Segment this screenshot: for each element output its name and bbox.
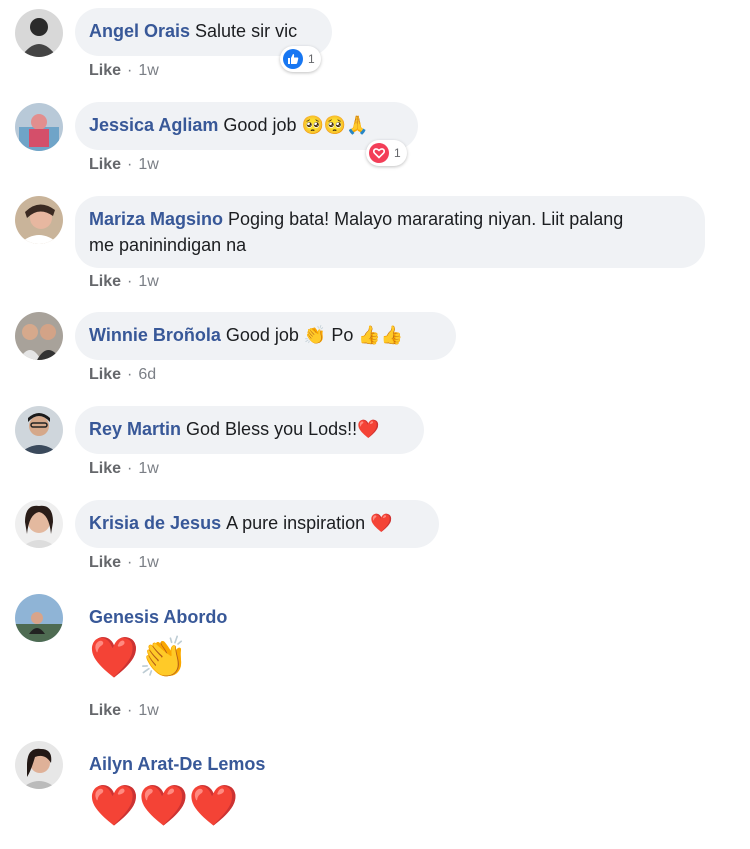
comment-meta: Like · 1w — [89, 701, 159, 721]
like-icon — [283, 49, 303, 69]
reaction-count: 1 — [308, 52, 315, 66]
avatar[interactable] — [15, 103, 63, 151]
comment-meta: Like · 1w — [89, 155, 159, 175]
separator: · — [127, 702, 133, 719]
author-name[interactable]: Genesis Abordo — [89, 607, 227, 627]
comment-text: God Bless you Lods!!❤️ — [186, 419, 380, 439]
reaction-badge[interactable]: 1 — [280, 46, 321, 72]
comment-meta: Like · 1w — [89, 459, 159, 479]
like-button[interactable]: Like — [89, 366, 121, 383]
author-name[interactable]: Jessica Agliam — [89, 115, 218, 135]
avatar[interactable] — [15, 312, 63, 360]
author-name[interactable]: Krisia de Jesus — [89, 513, 221, 533]
comment-text: Salute sir vic — [195, 21, 298, 41]
author-name[interactable]: Winnie Broñola — [89, 325, 221, 345]
avatar[interactable] — [15, 741, 63, 789]
like-button[interactable]: Like — [89, 62, 121, 79]
avatar[interactable] — [15, 196, 63, 244]
comment-text: A pure inspiration ❤️ — [226, 513, 393, 533]
comment-bubble: Jessica Agliam Good job 🥺🥺🙏 — [75, 102, 418, 150]
timestamp[interactable]: 1w — [138, 702, 158, 719]
like-button[interactable]: Like — [89, 273, 121, 290]
separator: · — [127, 554, 133, 571]
like-button[interactable]: Like — [89, 702, 121, 719]
timestamp[interactable]: 6d — [138, 366, 156, 383]
timestamp[interactable]: 1w — [138, 460, 158, 477]
comment-bubble: Mariza Magsino Poging bata! Malayo marara… — [75, 196, 705, 268]
separator: · — [127, 460, 133, 477]
author-name[interactable]: Rey Martin — [89, 419, 181, 439]
separator: · — [127, 273, 133, 290]
comment-meta: Like · 6d — [89, 365, 156, 385]
comment-meta: Like · 1w — [89, 61, 159, 81]
separator: · — [127, 62, 133, 79]
author-name[interactable]: Mariza Magsino — [89, 209, 223, 229]
reaction-badge[interactable]: 1 — [366, 140, 407, 166]
author-line: Ailyn Arat-De Lemos — [89, 751, 270, 777]
separator: · — [127, 366, 133, 383]
comment-text: Poging bata! Malayo mararating niyan. Li… — [228, 209, 624, 229]
comment-text-line2: me paninindigan na — [89, 235, 247, 255]
like-button[interactable]: Like — [89, 554, 121, 571]
comment-meta: Like · 1w — [89, 553, 159, 573]
author-name[interactable]: Angel Orais — [89, 21, 190, 41]
heart-icon — [369, 143, 389, 163]
like-button[interactable]: Like — [89, 460, 121, 477]
reaction-count: 1 — [394, 146, 401, 160]
timestamp[interactable]: 1w — [138, 62, 158, 79]
comment-bubble: Rey Martin God Bless you Lods!!❤️ — [75, 406, 424, 454]
like-button[interactable]: Like — [89, 156, 121, 173]
avatar[interactable] — [15, 500, 63, 548]
comment-meta: Like · 1w — [89, 272, 159, 292]
avatar[interactable] — [15, 406, 63, 454]
author-name[interactable]: Ailyn Arat-De Lemos — [89, 754, 265, 774]
separator: · — [127, 156, 133, 173]
timestamp[interactable]: 1w — [138, 156, 158, 173]
comment-text: Good job 👏 Po 👍👍 — [225, 325, 404, 345]
author-line: Genesis Abordo — [89, 604, 232, 630]
timestamp[interactable]: 1w — [138, 554, 158, 571]
comment-emoji: ❤️❤️❤️ — [89, 784, 239, 828]
comment-bubble: Krisia de Jesus A pure inspiration ❤️ — [75, 500, 439, 548]
comment-text: Good job 🥺🥺🙏 — [223, 115, 369, 135]
timestamp[interactable]: 1w — [138, 273, 158, 290]
avatar[interactable] — [15, 594, 63, 642]
comment-bubble: Winnie Broñola Good job 👏 Po 👍👍 — [75, 312, 456, 360]
comment-emoji: ❤️👏 — [89, 636, 189, 680]
avatar[interactable] — [15, 9, 63, 57]
